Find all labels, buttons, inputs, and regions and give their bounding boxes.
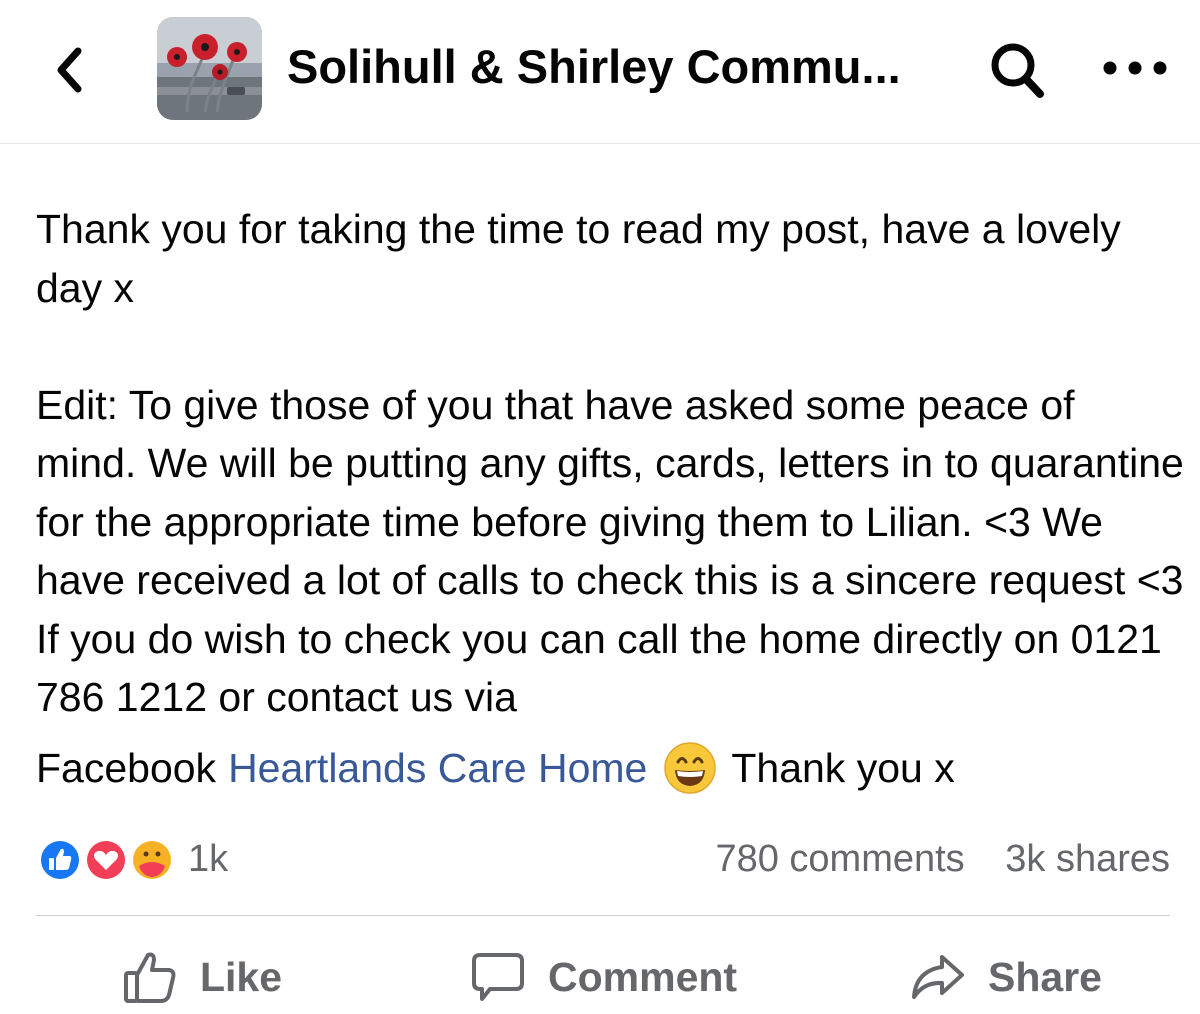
chevron-left-icon: [57, 47, 82, 93]
comment-button[interactable]: Comment: [470, 940, 737, 1014]
post-action-bar: Like Comment Share: [0, 940, 1200, 1014]
reaction-icons[interactable]: [36, 836, 178, 884]
facebook-post-screen: Solihull & Shirley Commu... Thank you fo…: [0, 0, 1200, 1014]
share-label: Share: [988, 953, 1102, 1000]
comment-label: Comment: [548, 953, 738, 1000]
final-line-prefix: Facebook: [36, 744, 217, 791]
like-button[interactable]: Like: [122, 940, 282, 1014]
search-icon: [991, 43, 1044, 98]
care-reaction-icon: [131, 839, 173, 881]
thumbs-up-icon: [124, 952, 176, 1003]
love-reaction-icon: [84, 838, 128, 882]
back-button[interactable]: [44, 40, 94, 100]
group-avatar[interactable]: [157, 17, 262, 120]
share-button[interactable]: Share: [910, 940, 1102, 1014]
reactions-summary: 1k 780 comments 3k shares: [36, 834, 1170, 886]
post-paragraph-thanks: Thank you for taking the time to read my…: [36, 206, 1121, 311]
shares-count[interactable]: 3k shares: [1005, 838, 1170, 880]
comments-count[interactable]: 780 comments: [715, 838, 964, 880]
post-body: Thank you for taking the time to read my…: [36, 200, 1186, 797]
more-horizontal-icon: [1103, 61, 1167, 75]
grinning-face-emoji-icon: [664, 742, 717, 794]
engagement-counts: 780 comments 3k shares: [715, 838, 1170, 881]
search-button[interactable]: [985, 38, 1051, 104]
action-divider: [36, 915, 1170, 916]
comment-bubble-icon: [472, 953, 524, 1001]
final-line-suffix: Thank you x: [731, 744, 955, 791]
group-title[interactable]: Solihull & Shirley Commu...: [287, 36, 927, 98]
group-header: Solihull & Shirley Commu...: [0, 0, 1200, 144]
more-options-button[interactable]: [1098, 48, 1172, 88]
poppy-sculpture-photo: [157, 17, 262, 120]
reaction-count[interactable]: 1k: [188, 838, 228, 881]
like-reaction-icon: [38, 838, 82, 882]
page-mention-link[interactable]: Heartlands Care Home: [228, 739, 647, 798]
like-label: Like: [200, 953, 283, 1000]
post-paragraph-edit: Edit: To give those of you that have ask…: [36, 381, 1184, 721]
share-arrow-icon: [912, 955, 964, 999]
post-final-line: Facebook Heartlands Care Home Thank you …: [36, 739, 1186, 798]
